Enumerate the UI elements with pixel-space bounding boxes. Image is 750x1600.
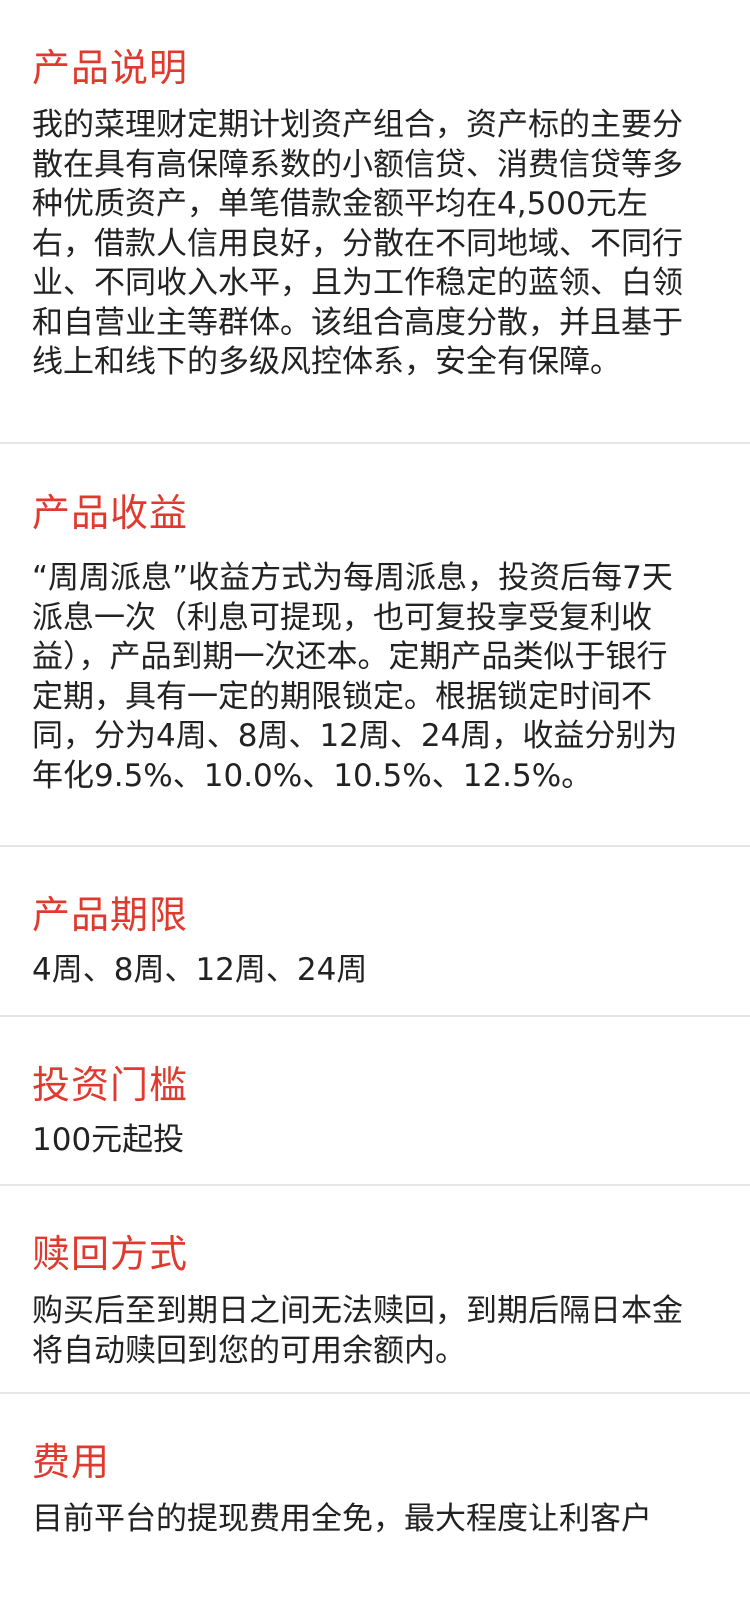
section-investment-threshold: 投资门槛 100元起投	[0, 1017, 750, 1186]
section-body: 购买后至到期日之间无法赎回，到期后隔日本金将自动赎回到您的可用余额内。	[32, 1293, 683, 1369]
section-title: 投资门槛	[32, 1063, 189, 1107]
section-product-description: 产品说明 我的菜理财定期计划资产组合，资产标的主要分散在具有高保障系数的小额信贷…	[0, 0, 750, 444]
section-title: 赎回方式	[32, 1232, 189, 1276]
section-redemption-method: 赎回方式 购买后至到期日之间无法赎回，到期后隔日本金将自动赎回到您的可用余额内。	[0, 1186, 750, 1394]
section-title: 产品说明	[32, 46, 189, 90]
section-body: 目前平台的提现费用全免，最大程度让利客户	[32, 1501, 652, 1537]
product-detail-page: 产品说明 我的菜理财定期计划资产组合，资产标的主要分散在具有高保障系数的小额信贷…	[0, 0, 750, 1600]
section-fees: 费用 目前平台的提现费用全免，最大程度让利客户	[0, 1394, 750, 1600]
section-body: 4周、8周、12周、24周	[32, 952, 368, 988]
section-body: 100元起投	[32, 1122, 185, 1158]
section-body: 我的菜理财定期计划资产组合，资产标的主要分散在具有高保障系数的小额信贷、消费信贷…	[32, 107, 683, 380]
section-title: 费用	[32, 1440, 111, 1484]
section-body: “周周派息”收益方式为每周派息，投资后每7天派息一次（利息可提现，也可复投享受复…	[32, 560, 678, 794]
section-product-term: 产品期限 4周、8周、12周、24周	[0, 847, 750, 1017]
section-title: 产品收益	[32, 491, 189, 535]
section-title: 产品期限	[32, 893, 189, 937]
section-product-yield: 产品收益 “周周派息”收益方式为每周派息，投资后每7天派息一次（利息可提现，也可…	[0, 444, 750, 847]
